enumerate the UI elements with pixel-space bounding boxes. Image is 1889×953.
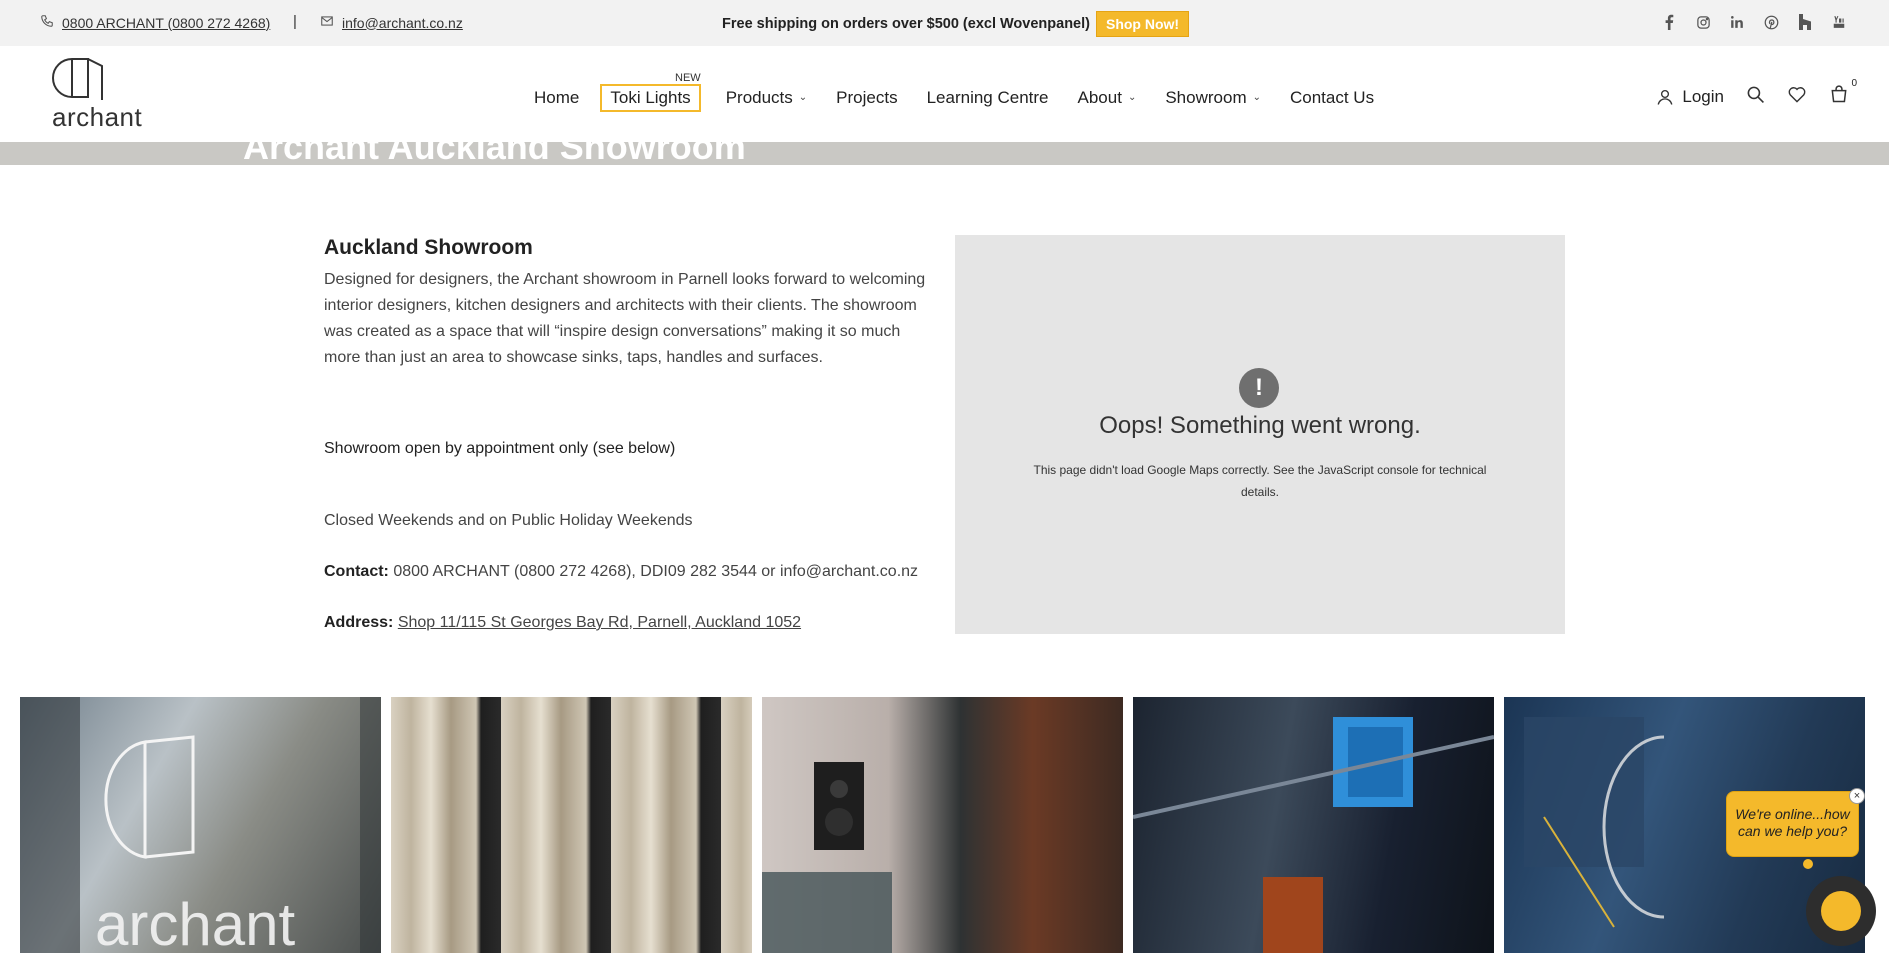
chevron-down-icon: ⌄ [1127, 91, 1137, 103]
nav-learning-centre[interactable]: Learning Centre [927, 88, 1049, 108]
storefront-logo-decal: archant [20, 697, 381, 953]
youtube-icon[interactable] [1829, 12, 1849, 32]
map-error-message: This page didn't load Google Maps correc… [1033, 463, 1487, 499]
chat-launcher-button[interactable] [1806, 876, 1876, 946]
gallery-image-storefront[interactable]: archant [20, 697, 381, 953]
promo-banner: Free shipping on orders over $500 (excl … [722, 11, 1190, 37]
address-info: Address: Shop 11/115 St Georges Bay Rd, … [324, 614, 801, 632]
interior-details [762, 762, 892, 953]
new-badge: NEW [675, 72, 701, 84]
archant-logo[interactable]: archant [52, 56, 162, 132]
google-map-error: ! Oops! Something went wrong. This page … [955, 235, 1565, 634]
linkedin-icon[interactable] [1727, 12, 1747, 32]
site-header: archant Home Toki Lights NEW Products ⌄ P… [0, 46, 1889, 142]
appointment-notice: Showroom open by appointment only (see b… [324, 440, 676, 457]
contact-value: 0800 ARCHANT (0800 272 4268), DDI09 282 … [388, 563, 919, 580]
topbar-separator: | [293, 13, 297, 30]
mail-icon [320, 14, 334, 31]
showroom-info: Auckland Showroom Designed for designers… [324, 236, 936, 371]
nav-about-label: About [1077, 88, 1122, 107]
cart-count: 0 [1851, 78, 1857, 89]
nav-projects[interactable]: Projects [836, 88, 897, 108]
address-label: Address: [324, 614, 394, 631]
gallery-image-interior-speaker[interactable] [762, 697, 1123, 953]
nav-showroom[interactable]: Showroom ⌄ [1165, 88, 1261, 108]
nav-contact-us[interactable]: Contact Us [1290, 88, 1374, 108]
search-icon[interactable] [1746, 85, 1765, 109]
topbar-phone[interactable]: 0800 ARCHANT (0800 272 4268) [40, 14, 270, 31]
address-link[interactable]: Shop 11/115 St Georges Bay Rd, Parnell, … [398, 614, 801, 631]
svg-text:archant: archant [95, 891, 295, 953]
heart-icon[interactable] [1787, 85, 1807, 109]
hero-banner: Archant Auckland Showroom [0, 142, 1889, 165]
nav-projects-label: Projects [836, 88, 898, 107]
close-icon[interactable]: × [1849, 788, 1865, 804]
shelving-details [1133, 717, 1494, 953]
email-link[interactable]: info@archant.co.nz [342, 15, 463, 31]
nav-products[interactable]: Products ⌄ [726, 88, 807, 108]
nav-home[interactable]: Home [534, 88, 579, 108]
houzz-icon[interactable] [1795, 12, 1815, 32]
login-label: Login [1682, 86, 1724, 106]
topbar-email[interactable]: info@archant.co.nz [320, 14, 463, 31]
promo-text: Free shipping on orders over $500 (excl … [722, 16, 1090, 32]
cart-icon[interactable]: 0 [1829, 78, 1857, 109]
nav-toki-lights[interactable]: Toki Lights NEW [600, 72, 701, 112]
error-icon: ! [1239, 368, 1279, 408]
nav-learning-label: Learning Centre [926, 88, 1049, 107]
header-actions: Login 0 [1656, 78, 1857, 109]
nav-showroom-label: Showroom [1165, 88, 1247, 107]
chat-pointer [1803, 859, 1813, 869]
showroom-description: Designed for designers, the Archant show… [324, 271, 926, 366]
section-title: Auckland Showroom [324, 236, 533, 259]
login-button[interactable]: Login [1656, 87, 1724, 107]
closed-notice: Closed Weekends and on Public Holiday We… [324, 512, 693, 529]
hero-title: Archant Auckland Showroom [243, 142, 746, 165]
chevron-down-icon: ⌄ [798, 91, 808, 103]
pinterest-icon[interactable] [1761, 12, 1781, 32]
social-links [1659, 12, 1849, 32]
top-bar: 0800 ARCHANT (0800 272 4268) | info@arch… [0, 0, 1889, 46]
nav-home-label: Home [534, 88, 580, 107]
facebook-icon[interactable] [1659, 12, 1679, 32]
chat-prompt[interactable]: We're online...how can we help you? [1726, 791, 1859, 857]
map-error-title: Oops! Something went wrong. [1099, 412, 1421, 439]
logo-mark-icon [52, 57, 103, 100]
chat-icon [1821, 891, 1861, 931]
nav-products-label: Products [725, 88, 793, 107]
shop-now-button[interactable]: Shop Now! [1095, 11, 1190, 37]
phone-link[interactable]: 0800 ARCHANT (0800 272 4268) [62, 15, 270, 31]
nav-toki-label: Toki Lights [610, 88, 691, 107]
chevron-down-icon: ⌄ [1252, 91, 1261, 103]
showroom-gallery: archant [20, 697, 1865, 953]
main-nav: Home Toki Lights NEW Products ⌄ Projects … [534, 72, 1403, 112]
instagram-icon[interactable] [1693, 12, 1713, 32]
phone-icon [40, 14, 54, 31]
contact-label: Contact: [324, 563, 389, 580]
logo-text: archant [52, 102, 143, 132]
user-icon [1657, 89, 1673, 105]
contact-info: Contact: 0800 ARCHANT (0800 272 4268), D… [324, 563, 918, 581]
gallery-image-tile-columns[interactable] [391, 697, 752, 953]
gallery-image-shelving[interactable] [1133, 697, 1494, 953]
nav-about[interactable]: About ⌄ [1078, 88, 1137, 108]
nav-contact-label: Contact Us [1290, 88, 1375, 107]
